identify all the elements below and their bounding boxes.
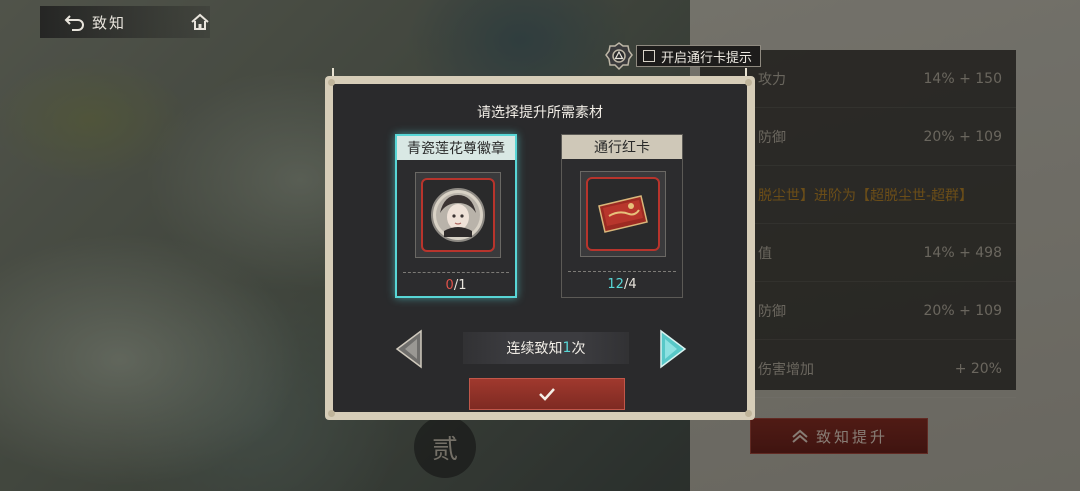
hint-box[interactable]: 开启通行卡提示 (636, 45, 762, 67)
gear-icon (605, 42, 633, 71)
times-selector: 连续致知 1 次 (463, 332, 629, 364)
card-title: 青瓷莲花尊徽章 (397, 136, 515, 160)
back-icon[interactable] (64, 13, 86, 31)
portrait-badge-icon (431, 188, 485, 242)
confirm-button[interactable] (469, 378, 625, 410)
hint-label: 开启通行卡提示 (661, 50, 753, 66)
page-title: 致知 (92, 13, 127, 32)
item-frame (586, 177, 660, 251)
count-have: 0 (445, 278, 454, 293)
red-pass-card-icon (598, 195, 648, 233)
home-icon[interactable] (190, 13, 210, 31)
times-suffix: 次 (571, 341, 586, 357)
corner-rivet (745, 79, 752, 86)
times-count: 1 (562, 340, 572, 356)
item-frame (421, 178, 495, 252)
check-icon (539, 388, 555, 401)
item-slot (415, 172, 501, 258)
corner-rivet (745, 410, 752, 417)
material-card-badge[interactable]: 青瓷莲花尊徽章 0/1 (395, 134, 517, 298)
dialog-body: 请选择提升所需素材 青瓷莲花尊徽章 0/1 通行红卡 12/4 连续致知 1 次 (333, 84, 747, 412)
top-nav: 致知 (40, 6, 210, 38)
item-count: 12/4 (562, 277, 682, 292)
divider (403, 272, 509, 273)
times-prefix: 连续致知 (506, 341, 563, 357)
material-select-dialog: 请选择提升所需素材 青瓷莲花尊徽章 0/1 通行红卡 12/4 连续致知 1 次 (325, 76, 755, 420)
decrease-arrow-icon[interactable] (395, 329, 423, 369)
divider (568, 271, 676, 272)
corner-rivet (328, 79, 335, 86)
hint-checkbox[interactable] (643, 50, 655, 62)
material-card-pass[interactable]: 通行红卡 12/4 (561, 134, 683, 298)
increase-arrow-icon[interactable] (659, 329, 687, 369)
item-slot (580, 171, 666, 257)
pass-card-hint-toggle[interactable]: 开启通行卡提示 (604, 42, 762, 71)
item-count: 0/1 (397, 278, 515, 293)
count-have: 12 (607, 277, 624, 292)
card-title: 通行红卡 (562, 135, 682, 159)
dialog-title: 请选择提升所需素材 (477, 105, 603, 121)
corner-rivet (328, 410, 335, 417)
count-need: /4 (623, 277, 637, 292)
count-need: /1 (453, 278, 467, 293)
